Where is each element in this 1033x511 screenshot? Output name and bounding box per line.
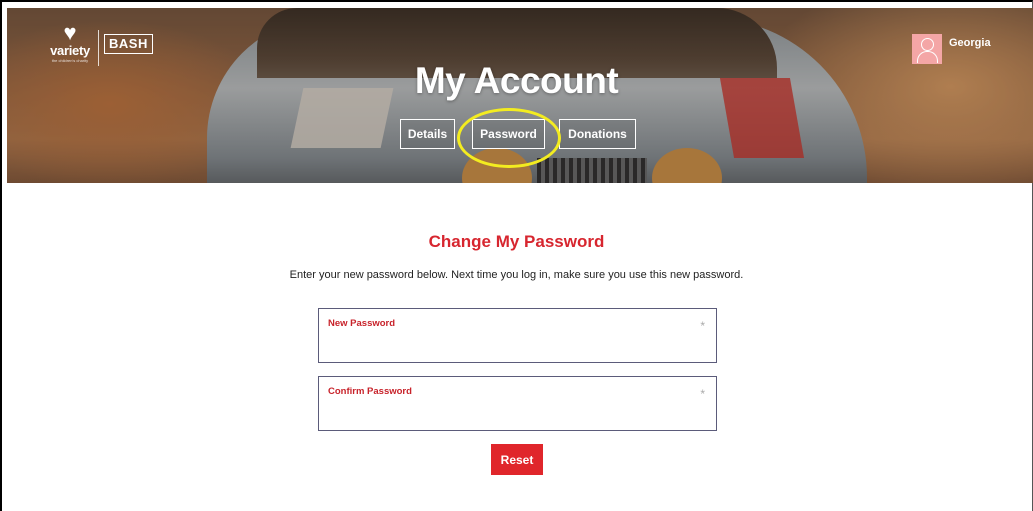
reset-button[interactable]: Reset [491,444,543,475]
password-instructions: Enter your new password below. Next time… [289,269,744,281]
bash-logo[interactable]: BASH [104,34,153,54]
new-password-label: New Password [328,318,396,329]
tab-details[interactable]: Details [400,119,455,149]
new-password-field[interactable]: New Password * [318,308,717,363]
confirm-password-label: Confirm Password [328,386,412,397]
variety-heart-icon: ♥ [63,20,77,45]
new-password-input[interactable] [328,335,698,357]
required-marker: * [700,387,705,401]
page-title: My Account [414,60,619,101]
user-name[interactable]: Georgia [949,37,991,49]
annotation-highlight-circle [457,108,561,168]
change-password-title: Change My Password [428,232,605,251]
confirm-password-field[interactable]: Confirm Password * [318,376,717,431]
required-marker: * [700,319,705,333]
tab-donations[interactable]: Donations [559,119,636,149]
logo-name: variety [50,43,90,58]
confirm-password-input[interactable] [328,403,698,425]
